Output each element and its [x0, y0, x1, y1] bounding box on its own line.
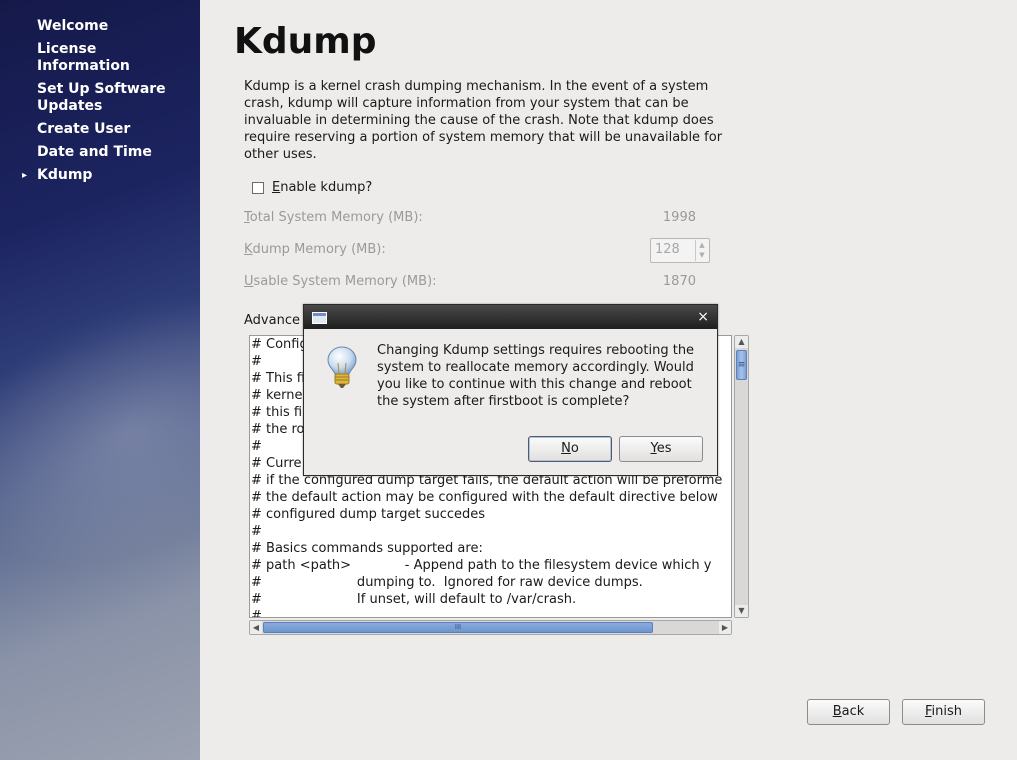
- kdump-memory-label: Kdump Memory (MB):: [244, 242, 386, 257]
- scroll-left-icon[interactable]: ◀: [250, 621, 262, 634]
- finish-button[interactable]: Finish: [902, 699, 985, 725]
- usable-memory-value: 1870: [662, 274, 696, 289]
- dialog-message: Changing Kdump settings requires rebooti…: [377, 343, 695, 409]
- sidebar-item-kdump[interactable]: ▸ Kdump: [0, 167, 187, 184]
- vertical-scroll-thumb[interactable]: ≡: [736, 350, 747, 380]
- sidebar-steps: Welcome License Information Set Up Softw…: [0, 18, 200, 190]
- sidebar-item-create-user[interactable]: Create User: [0, 121, 187, 138]
- current-step-arrow-icon: ▸: [22, 170, 28, 181]
- sidebar-item-label: Set Up Software Updates: [37, 81, 166, 114]
- sidebar-item-welcome[interactable]: Welcome: [0, 18, 187, 35]
- sidebar-item-label: Create User: [37, 121, 131, 137]
- dialog-titlebar[interactable]: ×: [304, 305, 717, 329]
- sidebar-item-license[interactable]: License Information: [0, 41, 187, 75]
- sidebar-item-label: Welcome: [37, 18, 109, 34]
- sidebar-item-software-updates[interactable]: Set Up Software Updates: [0, 81, 187, 115]
- spin-buttons: ▲ ▼: [695, 240, 708, 261]
- yes-button[interactable]: Yes: [619, 436, 703, 462]
- config-vertical-scrollbar[interactable]: ▲ ≡ ▼: [734, 335, 749, 618]
- scroll-up-icon[interactable]: ▲: [735, 336, 748, 348]
- sidebar-item-label: Date and Time: [37, 144, 152, 160]
- page-title: Kdump: [234, 21, 377, 62]
- total-memory-label: Total System Memory (MB):: [244, 210, 423, 225]
- horizontal-scroll-thumb[interactable]: III: [263, 622, 653, 633]
- no-button[interactable]: No: [528, 436, 612, 462]
- reboot-confirm-dialog: × Changing Kdump settings requires reboo…: [303, 304, 718, 476]
- advanced-config-label: Advance: [244, 313, 300, 328]
- total-memory-value: 1998: [662, 210, 696, 225]
- sidebar-item-date-time[interactable]: Date and Time: [0, 144, 187, 161]
- checkbox-box[interactable]: [252, 181, 264, 194]
- spin-down-icon[interactable]: ▼: [696, 250, 708, 260]
- window-icon: [312, 312, 327, 324]
- kdump-description: Kdump is a kernel crash dumping mechanis…: [244, 79, 723, 162]
- enable-kdump-label: Enable kdump?: [272, 180, 373, 195]
- kdump-memory-spinbox[interactable]: 128 ▲ ▼: [650, 238, 710, 263]
- sidebar: Welcome License Information Set Up Softw…: [0, 0, 200, 760]
- kdump-memory-value: 128: [655, 242, 680, 257]
- grip-icon: ≡: [737, 360, 746, 370]
- lightbulb-icon: [326, 345, 358, 395]
- close-icon[interactable]: ×: [697, 308, 709, 326]
- scroll-down-icon[interactable]: ▼: [735, 605, 748, 617]
- back-button[interactable]: Back: [807, 699, 890, 725]
- config-horizontal-scrollbar[interactable]: ◀ III ▶: [249, 620, 732, 635]
- sidebar-item-label: License Information: [37, 41, 130, 74]
- sidebar-item-label: Kdump: [37, 167, 93, 183]
- enable-kdump-checkbox[interactable]: Enable kdump?: [252, 180, 372, 195]
- scroll-right-icon[interactable]: ▶: [719, 621, 731, 634]
- sidebar-decoration: [0, 223, 200, 637]
- usable-memory-label: Usable System Memory (MB):: [244, 274, 437, 289]
- spin-up-icon[interactable]: ▲: [696, 240, 708, 250]
